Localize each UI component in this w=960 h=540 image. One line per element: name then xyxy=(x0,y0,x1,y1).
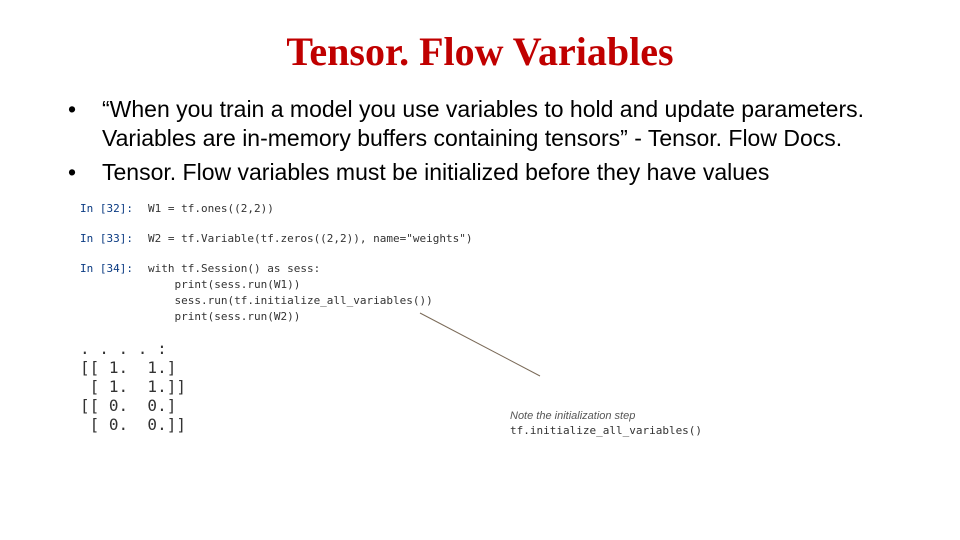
slide: Tensor. Flow Variables “When you train a… xyxy=(0,0,960,540)
output-line: [[ 1. 1.] xyxy=(80,358,640,377)
code-cell: In [33]: W2 = tf.Variable(tf.zeros((2,2)… xyxy=(80,231,640,247)
note-code: tf.initialize_all_variables() xyxy=(510,424,702,437)
code-text: print(sess.run(W1)) xyxy=(148,277,300,293)
code-cell: print(sess.run(W2)) xyxy=(80,309,640,325)
code-cell: sess.run(tf.initialize_all_variables()) xyxy=(80,293,640,309)
code-area: In [32]: W1 = tf.ones((2,2)) In [33]: W2… xyxy=(80,201,640,434)
output-line: [ 1. 1.]] xyxy=(80,377,640,396)
prompt-label: In [33]: xyxy=(80,231,148,247)
prompt-label: In [32]: xyxy=(80,201,148,217)
code-text: W1 = tf.ones((2,2)) xyxy=(148,201,274,217)
bullet-item: “When you train a model you use variable… xyxy=(50,95,910,154)
annotation-note: Note the initialization step tf.initiali… xyxy=(510,409,720,438)
code-cell: In [34]: with tf.Session() as sess: xyxy=(80,261,640,277)
bullet-list: “When you train a model you use variable… xyxy=(50,95,910,187)
prompt-label: In [34]: xyxy=(80,261,148,277)
slide-title: Tensor. Flow Variables xyxy=(50,28,910,75)
code-text: W2 = tf.Variable(tf.zeros((2,2)), name="… xyxy=(148,231,473,247)
code-text: print(sess.run(W2)) xyxy=(148,309,300,325)
code-text: with tf.Session() as sess: xyxy=(148,261,320,277)
code-cell: print(sess.run(W1)) xyxy=(80,277,640,293)
code-cell: In [32]: W1 = tf.ones((2,2)) xyxy=(80,201,640,217)
note-text: Note the initialization step xyxy=(510,410,635,422)
code-text: sess.run(tf.initialize_all_variables()) xyxy=(148,293,433,309)
bullet-item: Tensor. Flow variables must be initializ… xyxy=(50,158,910,187)
output-line: . . . . : xyxy=(80,339,640,358)
